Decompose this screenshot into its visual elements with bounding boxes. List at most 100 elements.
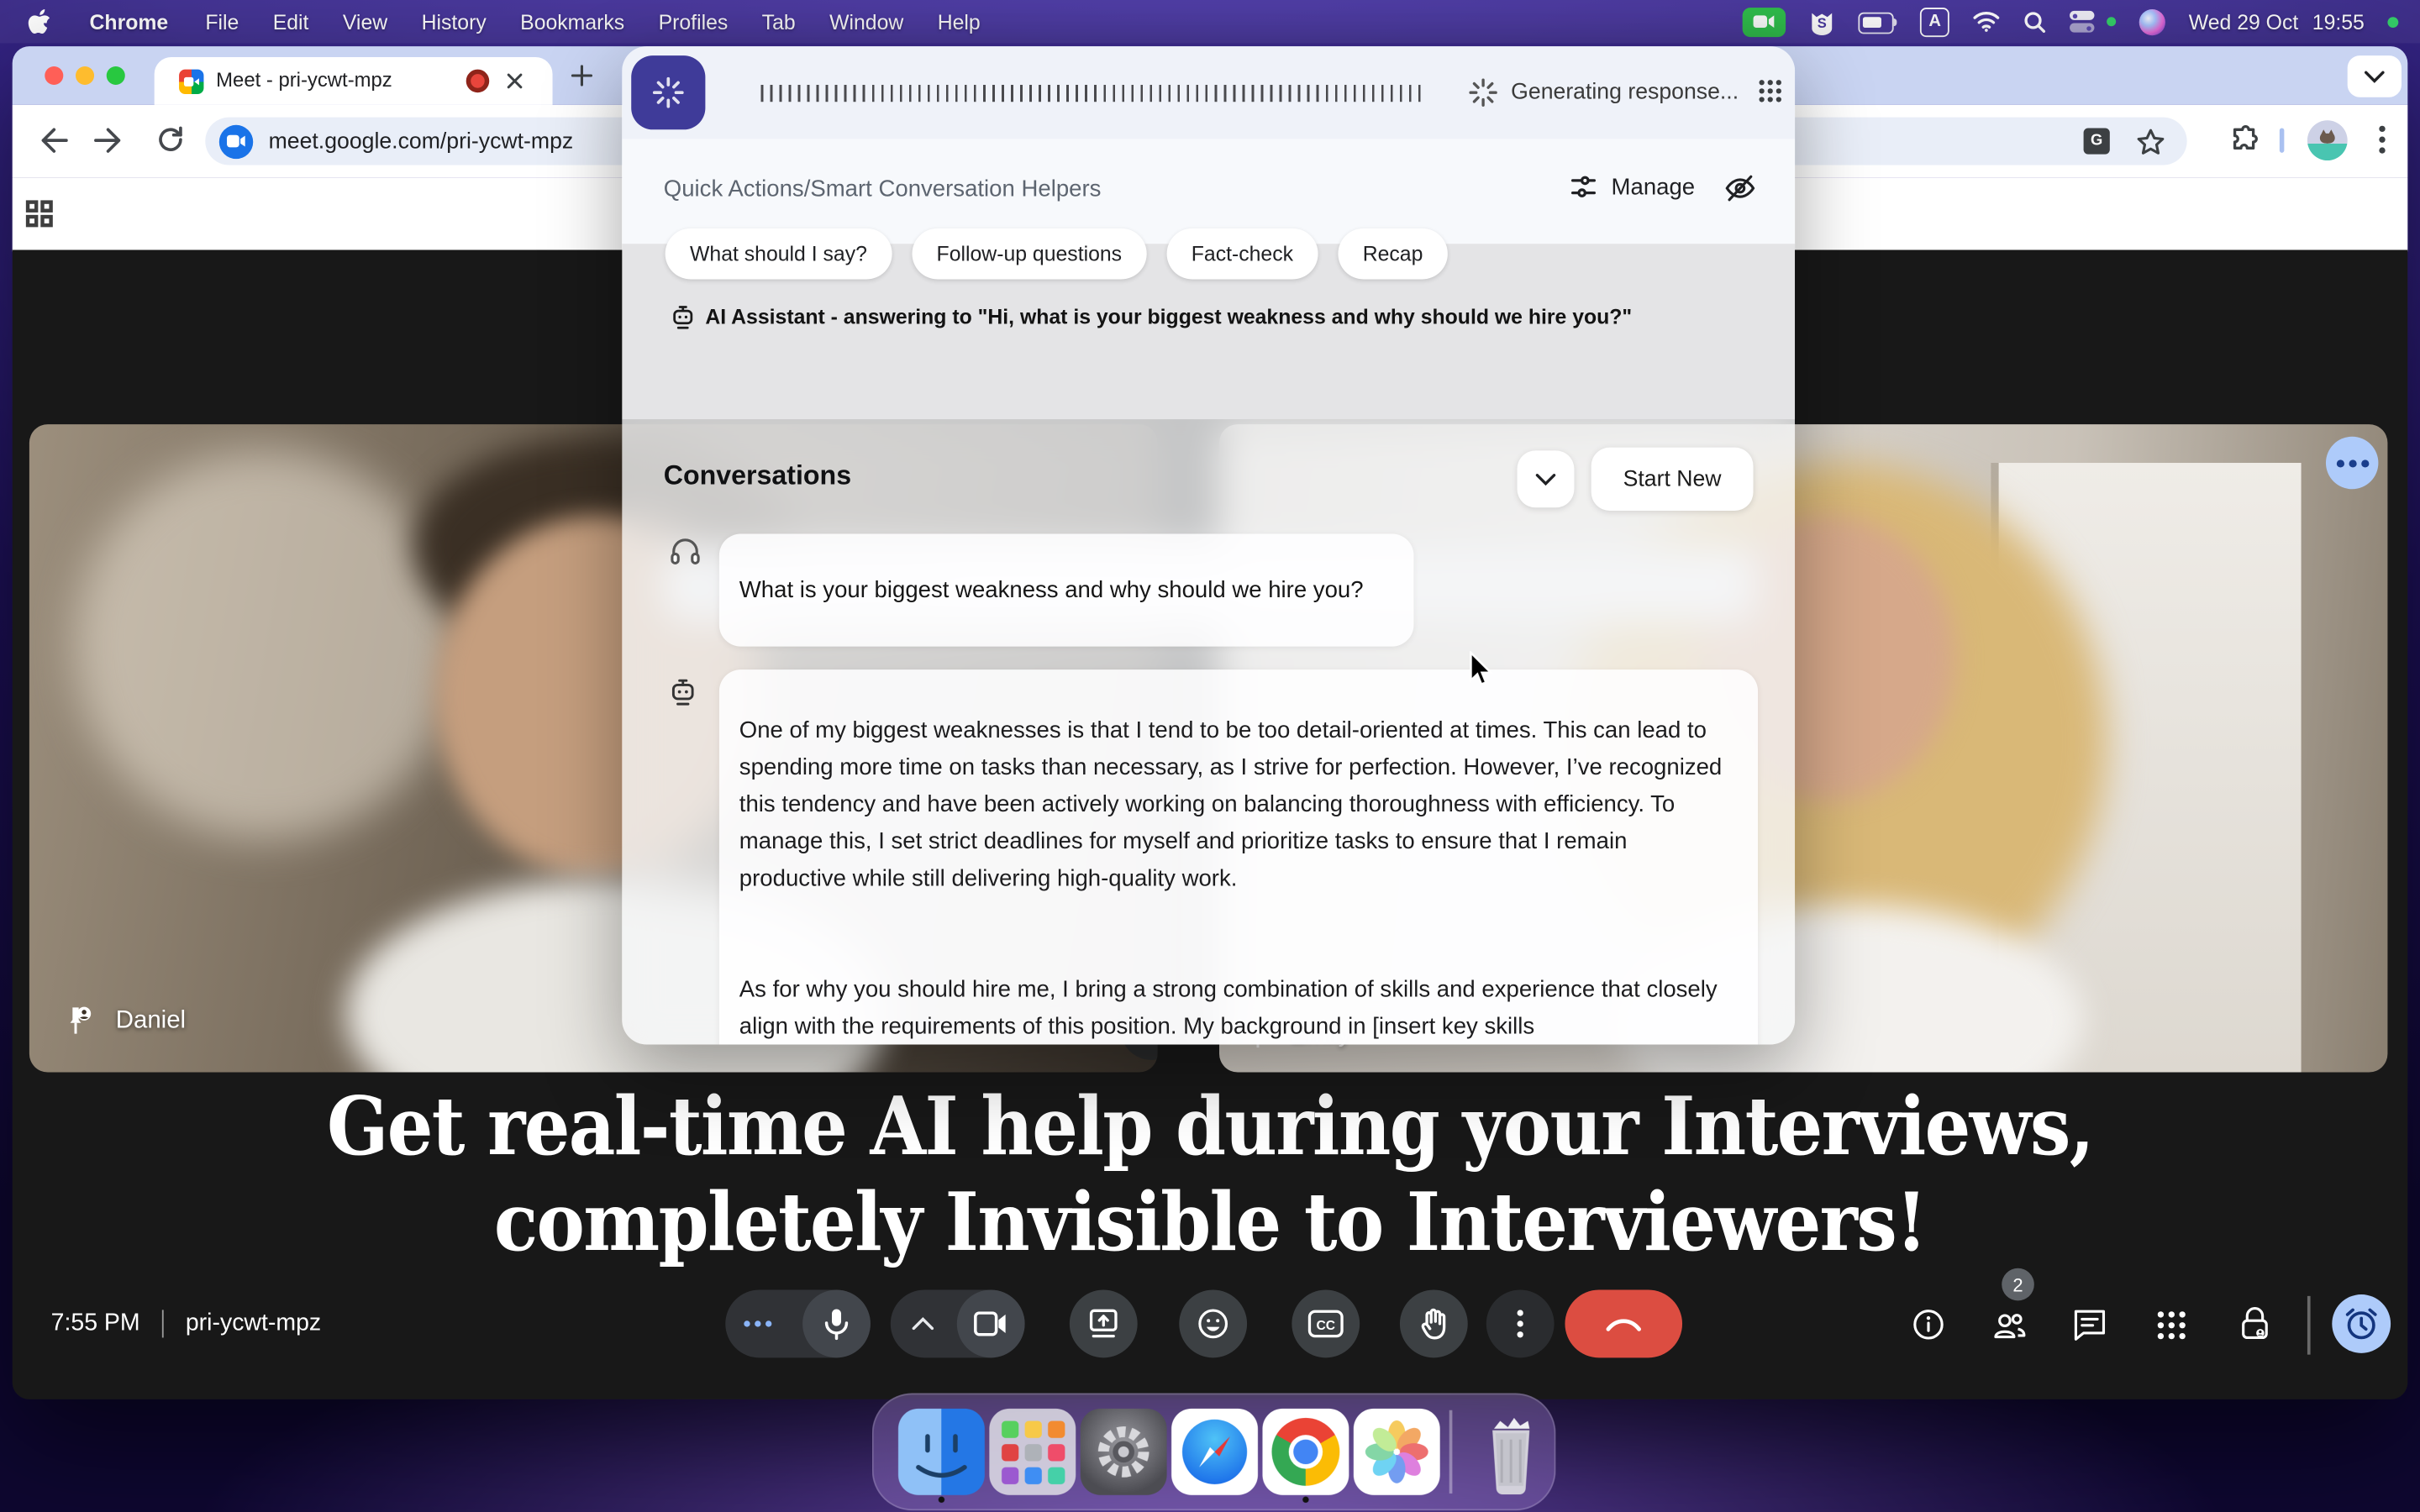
- menu-item-window[interactable]: Window: [813, 10, 921, 34]
- people-icon[interactable]: [1991, 1309, 2028, 1341]
- tile-more-button[interactable]: [2326, 437, 2378, 489]
- quick-action-fact-check[interactable]: Fact-check: [1166, 228, 1318, 280]
- start-new-button[interactable]: Start New: [1591, 448, 1754, 511]
- controls-divider: [2307, 1296, 2311, 1355]
- hide-panel-icon[interactable]: [1724, 173, 1757, 204]
- more-options-button[interactable]: [1486, 1290, 1555, 1358]
- forward-button[interactable]: [94, 127, 125, 155]
- dock-launchpad[interactable]: [989, 1409, 1076, 1495]
- quick-action-what-should-i-say[interactable]: What should I say?: [666, 228, 892, 280]
- meet-favicon: [179, 70, 203, 94]
- screen-recording-indicator[interactable]: [1743, 7, 1786, 36]
- reactions-button[interactable]: [1179, 1290, 1247, 1358]
- divider: [161, 1310, 164, 1337]
- dock-chrome[interactable]: [1262, 1409, 1349, 1495]
- translate-icon[interactable]: G: [2084, 128, 2110, 154]
- minimize-window-button[interactable]: [76, 66, 94, 85]
- apple-icon: [28, 8, 51, 34]
- dock-trash[interactable]: [1468, 1409, 1555, 1495]
- menu-bar-clock[interactable]: Wed 29 Oct 19:55: [2189, 10, 2365, 34]
- extension-clock-button[interactable]: [2332, 1294, 2391, 1353]
- menu-item-history[interactable]: History: [404, 10, 503, 34]
- url-text: meet.google.com/pri-ycwt-mpz: [269, 129, 574, 153]
- menu-item-file[interactable]: File: [188, 10, 255, 34]
- browser-tab[interactable]: Meet - pri-ycwt-mpz: [155, 57, 553, 105]
- chevron-up-icon[interactable]: [913, 1316, 934, 1331]
- dock-safari[interactable]: [1171, 1409, 1258, 1495]
- camera-icon: [1754, 14, 1776, 29]
- manage-button[interactable]: Manage: [1570, 173, 1695, 201]
- menu-bar-time: 19:55: [2312, 10, 2365, 34]
- extensions-icon[interactable]: [2230, 125, 2261, 156]
- profile-avatar[interactable]: [2307, 120, 2348, 160]
- menu-bar-date: Wed 29 Oct: [2189, 10, 2298, 34]
- camera-icon: [974, 1311, 1007, 1336]
- bookmark-star-icon[interactable]: [2136, 128, 2165, 155]
- zoom-window-button[interactable]: [107, 66, 125, 85]
- dock-photos[interactable]: [1354, 1409, 1440, 1495]
- toolbar-divider: [2280, 128, 2284, 152]
- dock: [872, 1394, 1556, 1511]
- conversations-title: Conversations: [664, 459, 851, 492]
- menu-item-profiles[interactable]: Profiles: [641, 10, 744, 34]
- menu-item-help[interactable]: Help: [920, 10, 997, 34]
- hand-icon: [1418, 1307, 1449, 1341]
- host-controls-icon[interactable]: [2238, 1305, 2271, 1342]
- end-call-button[interactable]: [1565, 1290, 1682, 1358]
- shottr-menu-icon[interactable]: S: [1809, 8, 1835, 34]
- tab-title: Meet - pri-ycwt-mpz: [216, 68, 392, 92]
- captions-button[interactable]: CC: [1292, 1290, 1360, 1358]
- reload-button[interactable]: [156, 125, 186, 155]
- battery-icon[interactable]: [1859, 13, 1897, 31]
- sliders-icon: [1570, 173, 1597, 201]
- apple-menu[interactable]: [0, 8, 70, 34]
- control-center-icon[interactable]: [2070, 11, 2097, 33]
- drag-grid-icon[interactable]: [1758, 79, 1782, 103]
- wifi-icon[interactable]: [1973, 11, 2001, 33]
- spotlight-icon[interactable]: [2023, 10, 2047, 34]
- tab-search-button[interactable]: [2348, 55, 2402, 97]
- chrome-menu-icon[interactable]: [2378, 125, 2386, 155]
- camera-button[interactable]: [957, 1290, 1025, 1358]
- present-button[interactable]: [1070, 1290, 1138, 1358]
- collapse-conversations-button[interactable]: [1518, 450, 1575, 507]
- dock-settings[interactable]: [1081, 1409, 1167, 1495]
- quick-action-recap[interactable]: Recap: [1338, 228, 1447, 280]
- assistant-logo[interactable]: [631, 55, 705, 129]
- present-icon: [1086, 1307, 1120, 1341]
- input-source-icon[interactable]: A: [1920, 7, 1949, 36]
- mic-control[interactable]: [725, 1290, 871, 1358]
- tab-recording-indicator: [466, 70, 490, 93]
- conversations-section: Conversations Start New What is your big…: [622, 420, 1795, 1045]
- decorative-light: [75, 450, 458, 839]
- meeting-clock: 7:55 PM: [51, 1310, 140, 1337]
- tab-close-icon[interactable]: [506, 72, 523, 89]
- chat-icon[interactable]: [2073, 1309, 2107, 1342]
- people-count-badge: 2: [2002, 1268, 2034, 1301]
- camera-active-dot: [2387, 16, 2398, 27]
- back-button[interactable]: [37, 127, 68, 155]
- camera-control[interactable]: [891, 1290, 1025, 1358]
- chevron-down-icon: [1536, 473, 1556, 486]
- menu-item-tab[interactable]: Tab: [744, 10, 812, 34]
- close-window-button[interactable]: [45, 66, 63, 85]
- quick-action-follow-up[interactable]: Follow-up questions: [912, 228, 1146, 280]
- siri-icon[interactable]: [2139, 8, 2165, 34]
- raise-hand-button[interactable]: [1400, 1290, 1468, 1358]
- menu-item-view[interactable]: View: [326, 10, 405, 34]
- robot-icon: [671, 306, 695, 330]
- activities-icon[interactable]: [2156, 1310, 2187, 1341]
- menu-item-bookmarks[interactable]: Bookmarks: [503, 10, 641, 34]
- new-tab-button[interactable]: [571, 65, 593, 87]
- mouse-cursor: [1470, 651, 1496, 688]
- robot-icon: [670, 679, 696, 706]
- audio-options-dots[interactable]: [744, 1320, 771, 1326]
- dock-finder[interactable]: [898, 1409, 985, 1495]
- apps-grid-icon[interactable]: [24, 199, 54, 228]
- menu-item-app[interactable]: Chrome: [70, 10, 188, 34]
- meeting-info: 7:55 PM pri-ycwt-mpz: [51, 1310, 322, 1337]
- meet-camera-badge[interactable]: [219, 124, 253, 158]
- mic-button[interactable]: [802, 1290, 871, 1358]
- menu-item-edit[interactable]: Edit: [255, 10, 325, 34]
- meeting-details-icon[interactable]: [1912, 1309, 1945, 1341]
